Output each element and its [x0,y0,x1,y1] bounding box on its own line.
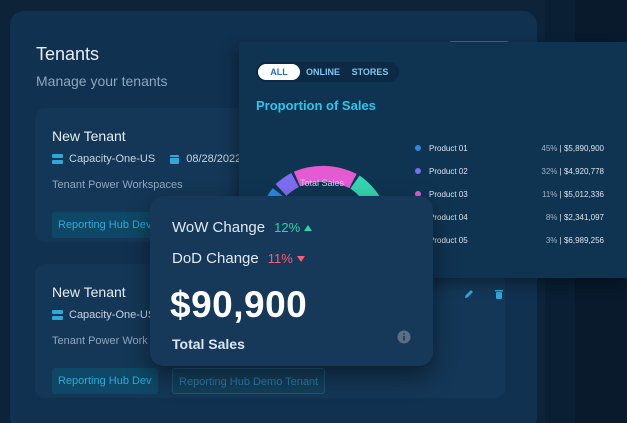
chart-title: Proportion of Sales [256,98,376,113]
legend-value: 3% | $6,989,256 [545,236,604,245]
info-icon[interactable] [397,330,411,344]
server-icon [52,310,63,320]
legend-value: 8% | $2,341,097 [545,213,604,222]
toggle-all[interactable]: ALL [258,64,300,80]
sales-channel-toggle: ALL ONLINE STORES [256,62,399,82]
total-sales-label: Total Sales [172,336,245,352]
legend-dot [415,168,421,174]
legend-product-name: Product 01 [429,144,468,153]
delete-icon[interactable] [493,288,505,300]
workspaces-label: Tenant Power Workspaces [52,179,183,191]
server-icon [52,154,63,164]
legend-item: Product 05 3% | $6,989,256 [414,234,604,248]
toggle-stores[interactable]: STORES [344,64,396,80]
capacity-label: Capacity-One-US [69,153,156,165]
tenant-card-meta: Capacity-One-US 08/28/2022 [52,153,255,165]
legend-item: Product 02 32% | $4,920,778 [414,165,604,179]
workspace-chip[interactable]: Reporting Hub Demo Tenant [172,368,326,394]
legend-value: 32% | $4,920,778 [541,167,604,176]
legend-item: Product 04 8% | $2,341,097 [414,211,604,225]
card-actions [463,288,505,300]
legend-item: Product 01 45% | $5,890,900 [414,142,604,156]
page-title: Tenants [36,44,100,64]
wow-change-label: WoW Change [172,219,266,236]
created-date: 08/28/2022 [186,153,242,165]
legend-product-name: Product 02 [429,167,468,176]
page-subtitle: Manage your tenants [36,73,168,89]
workspaces-label: Tenant Power Work [52,335,148,347]
caret-up-icon [304,224,313,231]
legend-product-name: Product 03 [429,190,468,199]
dod-change-row: DoD Change 11% [172,250,305,267]
legend-product-name: Product 05 [429,236,468,245]
tenant-card-title: New Tenant [52,128,126,144]
workspace-chip[interactable]: Reporting Hub Dev [52,368,158,394]
wow-change-row: WoW Change 12% [172,219,313,236]
tenant-card-title: New Tenant [52,284,126,300]
sales-metrics-card: WoW Change 12% DoD Change 11% $90,900 To… [150,196,433,366]
legend-value: 45% | $5,890,900 [541,144,604,153]
dod-change-label: DoD Change [172,250,259,267]
calendar-icon [170,155,180,164]
total-sales-value: $90,900 [170,284,308,325]
caret-down-icon [296,255,305,262]
edit-icon[interactable] [463,288,475,300]
wow-change-value: 12% [274,220,301,235]
legend-item: Product 03 11% | $5,012,336 [414,188,604,202]
capacity-label: Capacity-One-US [69,309,156,321]
dod-change-value: 11% [267,251,293,266]
legend-dot [415,145,421,151]
workspace-chip[interactable]: Reporting Hub Dev [52,212,158,238]
legend-product-name: Product 04 [429,213,468,222]
toggle-online[interactable]: ONLINE [302,64,344,80]
legend-value: 11% | $5,012,336 [542,190,604,199]
donut-center-label: Total Sales [299,178,345,188]
